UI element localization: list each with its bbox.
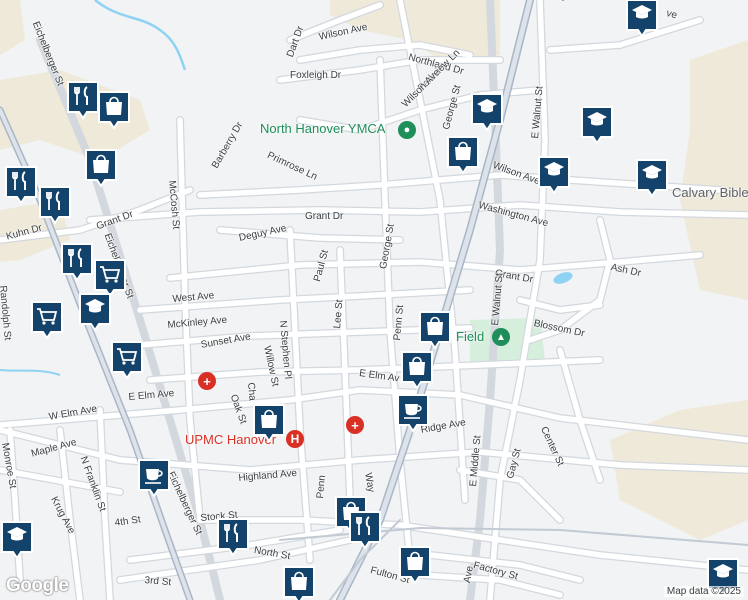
shopping-marker-icon[interactable] [398, 545, 432, 585]
street-label-grant-dr: Grant Dr [305, 211, 344, 222]
cafe-marker-icon[interactable] [137, 458, 171, 498]
shopping-marker-icon[interactable] [84, 148, 118, 188]
map-canvas[interactable]: Wilson Ave Dart Dr Eichelberger St Foxleigh… [0, 0, 748, 600]
street-label-ave-top: ve [665, 8, 679, 22]
park-icon[interactable]: ▲ [492, 328, 510, 346]
restaurant-marker-icon[interactable] [60, 242, 94, 282]
shopping-marker-icon[interactable] [400, 350, 434, 390]
shopping-marker-icon[interactable] [282, 565, 316, 600]
hospital-cross-icon[interactable]: + [346, 416, 364, 434]
school-marker-icon[interactable] [0, 520, 34, 560]
google-logo: Google [6, 575, 69, 596]
ymca-icon[interactable]: ● [398, 121, 416, 139]
restaurant-marker-icon[interactable] [66, 80, 100, 120]
grocery-marker-icon[interactable] [110, 340, 144, 380]
restaurant-marker-icon[interactable] [38, 185, 72, 225]
calvary-bible-label[interactable]: Calvary Bible [672, 185, 748, 200]
street-label-cha: Cha [245, 382, 258, 402]
school-marker-icon[interactable] [537, 155, 571, 195]
map-attribution: Map data ©2025 [663, 586, 744, 597]
school-marker-icon[interactable] [625, 0, 659, 38]
street-label-3rd-st: 3rd St [144, 575, 172, 589]
field-label[interactable]: Field [456, 329, 484, 344]
street-label-foxleigh-dr: Foxleigh Dr [290, 70, 342, 81]
school-marker-icon[interactable] [635, 158, 669, 198]
shopping-marker-icon[interactable] [418, 310, 452, 350]
hospital-icon[interactable]: H [286, 430, 304, 448]
school-marker-icon[interactable] [580, 105, 614, 145]
grocery-marker-icon[interactable] [30, 300, 64, 340]
restaurant-marker-icon[interactable] [4, 165, 38, 205]
school-marker-icon[interactable] [78, 292, 112, 332]
shopping-marker-icon[interactable] [252, 403, 286, 443]
cafe-marker-icon[interactable] [396, 393, 430, 433]
shopping-marker-icon[interactable] [446, 135, 480, 175]
restaurant-marker-icon[interactable] [348, 510, 382, 550]
shopping-marker-icon[interactable] [97, 90, 131, 130]
ymca-label[interactable]: North Hanover YMCA [260, 121, 385, 136]
school-marker-icon[interactable] [470, 92, 504, 132]
street-label-penn-s: Penn [315, 474, 328, 499]
restaurant-marker-icon[interactable] [216, 517, 250, 557]
hospital-cross-icon[interactable]: + [198, 372, 216, 390]
